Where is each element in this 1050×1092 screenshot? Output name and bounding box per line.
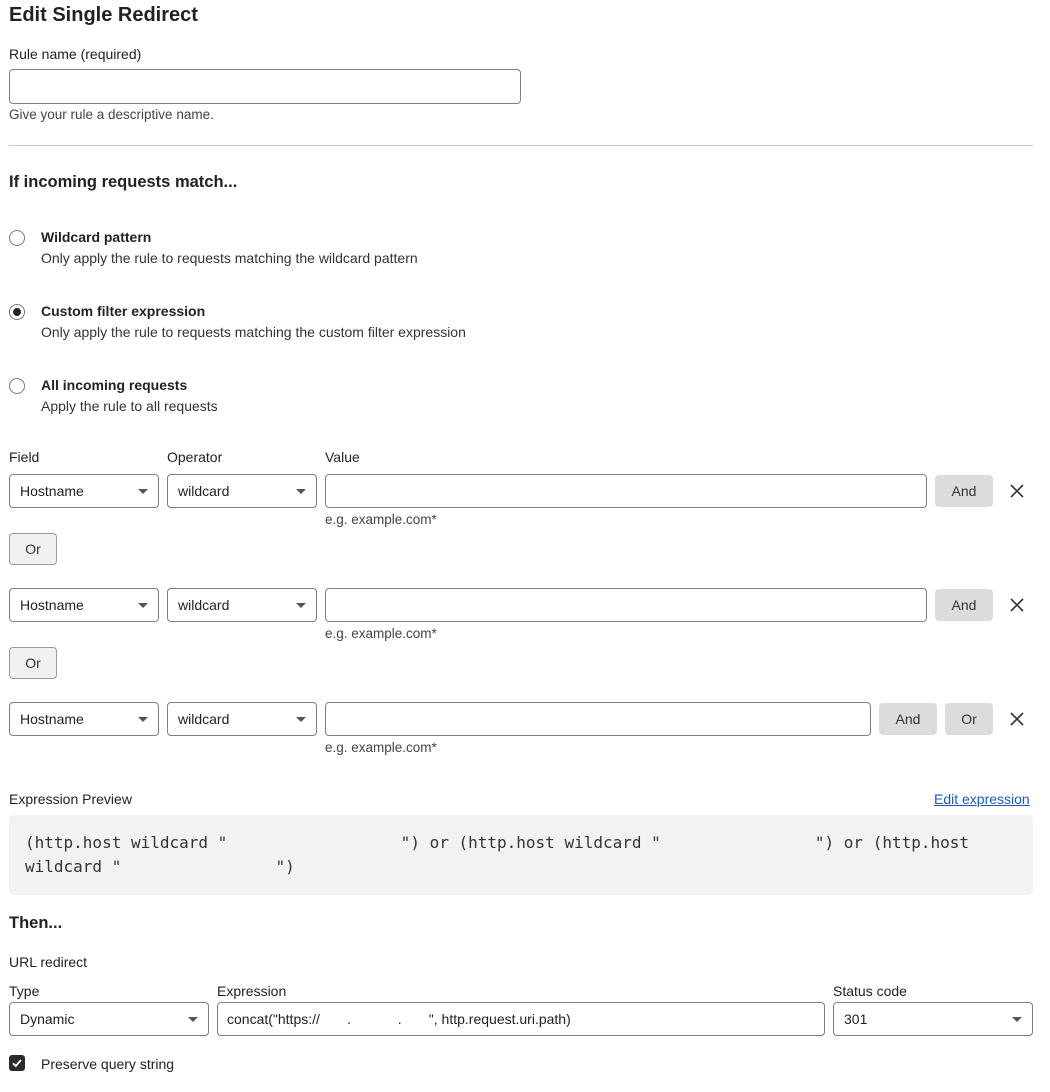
close-icon[interactable] bbox=[1007, 595, 1027, 615]
rule-name-help: Give your rule a descriptive name. bbox=[9, 107, 214, 122]
and-button[interactable]: And bbox=[935, 475, 993, 507]
field-select-value: Hostname bbox=[20, 483, 84, 499]
then-heading: Then... bbox=[9, 914, 63, 932]
match-heading: If incoming requests match... bbox=[9, 173, 238, 191]
expression-preview-line2: wildcard " ") bbox=[25, 857, 295, 876]
or-button[interactable]: Or bbox=[9, 647, 57, 679]
close-icon[interactable] bbox=[1007, 709, 1027, 729]
or-button[interactable]: Or bbox=[9, 533, 57, 565]
expression-preview: (http.host wildcard " ") or (http.host w… bbox=[9, 815, 1033, 895]
expression-preview-label: Expression Preview bbox=[9, 791, 132, 807]
option-desc-wildcard: Only apply the rule to requests matching… bbox=[41, 250, 418, 266]
chevron-down-icon bbox=[188, 1017, 198, 1022]
value-example: e.g. example.com* bbox=[325, 626, 437, 641]
option-title-custom[interactable]: Custom filter expression bbox=[41, 303, 205, 319]
type-select-value: Dynamic bbox=[20, 1011, 75, 1027]
option-desc-all: Apply the rule to all requests bbox=[41, 398, 218, 414]
operator-column-label: Operator bbox=[167, 449, 223, 465]
status-code-label: Status code bbox=[833, 983, 907, 999]
close-icon[interactable] bbox=[1007, 481, 1027, 501]
chevron-down-icon bbox=[296, 603, 306, 608]
value-input[interactable] bbox=[325, 474, 927, 508]
or-button-inline[interactable]: Or bbox=[945, 703, 993, 735]
value-input[interactable] bbox=[325, 588, 927, 622]
expression-input[interactable]: concat("https:// . . ", http.request.uri… bbox=[217, 1002, 825, 1036]
value-example: e.g. example.com* bbox=[325, 512, 437, 527]
operator-select[interactable]: wildcard bbox=[167, 702, 317, 736]
field-select[interactable]: Hostname bbox=[9, 588, 159, 622]
expression-preview-line1: (http.host wildcard " ") or (http.host w… bbox=[25, 833, 970, 852]
edit-expression-link[interactable]: Edit expression bbox=[934, 791, 1030, 807]
status-code-value: 301 bbox=[844, 1011, 868, 1027]
rule-name-input[interactable] bbox=[9, 69, 521, 104]
url-redirect-label: URL redirect bbox=[9, 954, 88, 970]
value-column-label: Value bbox=[325, 449, 360, 465]
page-title: Edit Single Redirect bbox=[9, 4, 198, 26]
radio-all-incoming-requests[interactable] bbox=[9, 378, 25, 394]
divider bbox=[9, 145, 1033, 146]
chevron-down-icon bbox=[1012, 1017, 1022, 1022]
chevron-down-icon bbox=[138, 603, 148, 608]
option-title-all[interactable]: All incoming requests bbox=[41, 377, 187, 393]
chevron-down-icon bbox=[296, 489, 306, 494]
operator-select[interactable]: wildcard bbox=[167, 588, 317, 622]
chevron-down-icon bbox=[296, 717, 306, 722]
preserve-query-string-checkbox[interactable] bbox=[9, 1055, 25, 1071]
chevron-down-icon bbox=[138, 489, 148, 494]
value-example: e.g. example.com* bbox=[325, 740, 437, 755]
status-code-select[interactable]: 301 bbox=[833, 1002, 1033, 1036]
expression-label: Expression bbox=[217, 983, 287, 999]
operator-select-value: wildcard bbox=[178, 483, 230, 499]
check-icon bbox=[12, 1059, 22, 1068]
operator-select-value: wildcard bbox=[178, 597, 230, 613]
field-column-label: Field bbox=[9, 449, 40, 465]
field-select-value: Hostname bbox=[20, 711, 84, 727]
and-button[interactable]: And bbox=[879, 703, 937, 735]
expression-input-value: concat("https:// . . ", http.request.uri… bbox=[227, 1011, 571, 1027]
radio-wildcard-pattern[interactable] bbox=[9, 230, 25, 246]
type-label: Type bbox=[9, 983, 40, 999]
field-select[interactable]: Hostname bbox=[9, 702, 159, 736]
and-button[interactable]: And bbox=[935, 589, 993, 621]
operator-select-value: wildcard bbox=[178, 711, 230, 727]
value-input[interactable] bbox=[325, 702, 871, 736]
type-select[interactable]: Dynamic bbox=[9, 1002, 209, 1036]
chevron-down-icon bbox=[138, 717, 148, 722]
preserve-query-string-label[interactable]: Preserve query string bbox=[41, 1056, 174, 1072]
radio-custom-filter-expression[interactable] bbox=[9, 304, 25, 320]
field-select-value: Hostname bbox=[20, 597, 84, 613]
field-select[interactable]: Hostname bbox=[9, 474, 159, 508]
operator-select[interactable]: wildcard bbox=[167, 474, 317, 508]
option-title-wildcard[interactable]: Wildcard pattern bbox=[41, 229, 151, 245]
rule-name-label: Rule name (required) bbox=[9, 46, 142, 62]
option-desc-custom: Only apply the rule to requests matching… bbox=[41, 324, 466, 340]
